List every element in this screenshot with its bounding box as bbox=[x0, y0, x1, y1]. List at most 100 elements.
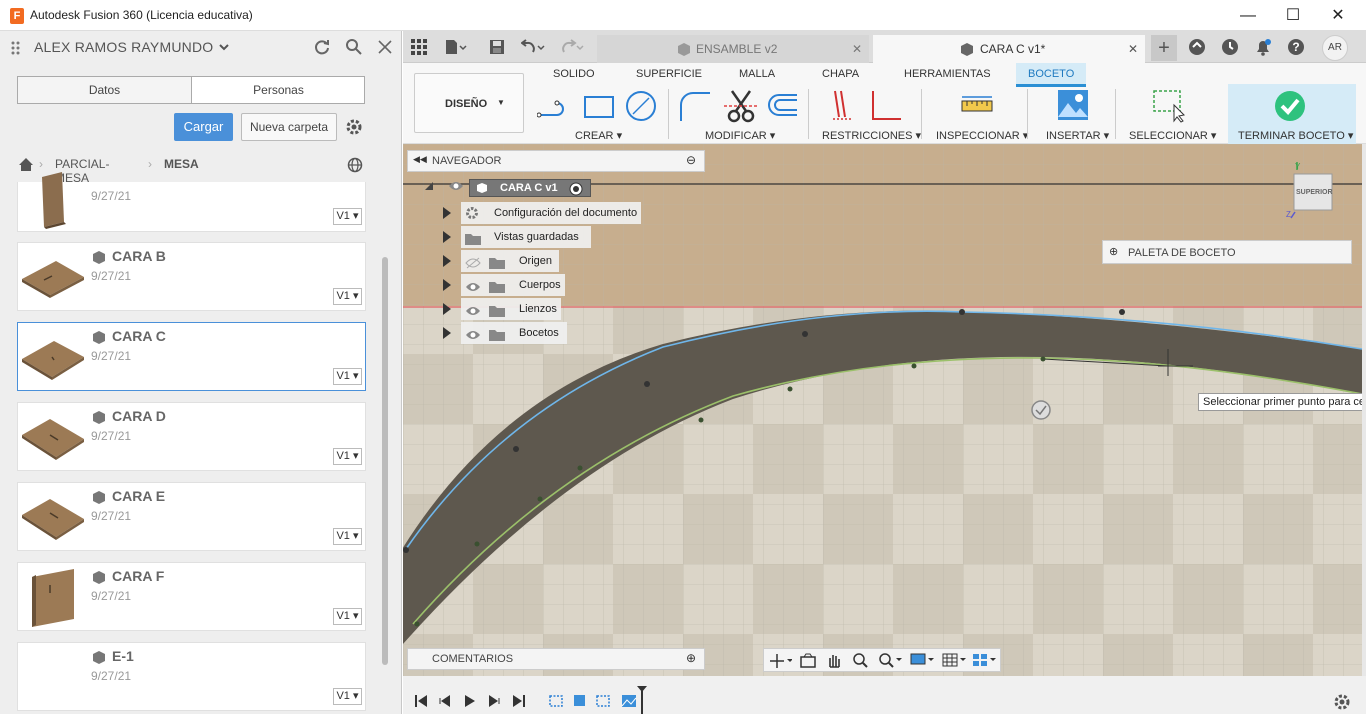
group-crear[interactable]: CREAR ▾ bbox=[575, 129, 622, 142]
refresh-icon[interactable] bbox=[313, 38, 331, 59]
tab-boceto[interactable]: BOCETO bbox=[1016, 63, 1086, 87]
scrollbar[interactable] bbox=[382, 257, 388, 665]
list-item[interactable]: CARA E 9/27/21 V1 ▾ bbox=[17, 482, 366, 551]
close-panel-icon[interactable] bbox=[377, 39, 393, 58]
timeline-prev-icon[interactable] bbox=[438, 694, 452, 711]
list-item[interactable]: CARA D 9/27/21 V1 ▾ bbox=[17, 402, 366, 471]
tree-expand-icon[interactable] bbox=[443, 279, 451, 291]
tab-herramientas[interactable]: HERRAMIENTAS bbox=[904, 68, 991, 80]
browser-header[interactable]: ◀◀ NAVEGADOR ⊖ bbox=[407, 150, 705, 172]
user-name[interactable]: ALEX RAMOS RAYMUNDO bbox=[34, 39, 213, 55]
new-tab-button[interactable]: + bbox=[1151, 35, 1177, 61]
minimize-browser-icon[interactable]: ⊖ bbox=[686, 153, 696, 167]
finish-sketch-button[interactable]: TERMINAR BOCETO ▾ bbox=[1228, 84, 1356, 144]
tree-expand-icon[interactable] bbox=[443, 303, 451, 315]
look-at-icon[interactable] bbox=[800, 653, 816, 672]
workspace-switcher[interactable]: DISEÑO ▼ bbox=[414, 73, 524, 133]
tab-datos[interactable]: Datos bbox=[18, 77, 191, 103]
zoom-icon[interactable] bbox=[852, 652, 870, 671]
orbit-icon[interactable] bbox=[770, 653, 793, 672]
browser-item-config[interactable]: Configuración del documento bbox=[461, 202, 641, 224]
close-tab-icon[interactable]: ✕ bbox=[1128, 42, 1138, 56]
offset-icon[interactable] bbox=[765, 91, 799, 124]
close-tab-icon[interactable]: ✕ bbox=[852, 42, 862, 56]
list-item[interactable]: CARA C 9/27/21 V1 ▾ bbox=[17, 322, 366, 391]
avatar[interactable]: AR bbox=[1322, 35, 1348, 61]
expand-palette-icon[interactable]: ⊕ bbox=[1109, 245, 1118, 258]
notifications-icon[interactable] bbox=[1254, 38, 1272, 59]
add-comment-icon[interactable]: ⊕ bbox=[686, 651, 696, 665]
close-button[interactable]: ✕ bbox=[1315, 0, 1361, 31]
comments-panel[interactable]: COMENTARIOS ⊕ bbox=[407, 648, 705, 670]
extensions-icon[interactable] bbox=[1188, 38, 1206, 59]
tab-chapa[interactable]: CHAPA bbox=[822, 68, 859, 80]
version-dropdown[interactable]: V1 ▾ bbox=[333, 288, 362, 305]
fillet-icon[interactable] bbox=[678, 89, 712, 126]
sketch-palette[interactable]: ⊕ PALETA DE BOCETO bbox=[1102, 240, 1352, 264]
display-settings-icon[interactable] bbox=[910, 652, 936, 671]
trim-scissors-icon[interactable] bbox=[724, 89, 758, 126]
grid-settings-icon[interactable] bbox=[942, 652, 968, 671]
version-dropdown[interactable]: V1 ▾ bbox=[333, 528, 362, 545]
redo-icon[interactable] bbox=[560, 39, 586, 58]
browser-item-canvases[interactable]: Lienzos bbox=[461, 298, 561, 320]
chevron-down-icon[interactable] bbox=[218, 41, 230, 56]
list-item[interactable]: CARA B 9/27/21 V1 ▾ bbox=[17, 242, 366, 311]
collapse-browser-icon[interactable]: ◀◀ bbox=[413, 154, 427, 165]
grip-icon[interactable] bbox=[10, 41, 24, 55]
browser-item-origin[interactable]: Origen bbox=[461, 250, 559, 272]
help-icon[interactable]: ? bbox=[1287, 38, 1305, 59]
list-item[interactable]: CARA F 9/27/21 V1 ▾ bbox=[17, 562, 366, 631]
viewports-icon[interactable] bbox=[972, 652, 998, 671]
timeline-feature-icon[interactable] bbox=[620, 692, 638, 713]
version-dropdown[interactable]: V1 ▾ bbox=[333, 688, 362, 705]
search-icon[interactable] bbox=[345, 38, 363, 59]
canvas-viewport[interactable]: ◀◀ NAVEGADOR ⊖ CARA C v1 Configuración d… bbox=[403, 144, 1362, 676]
timeline-start-icon[interactable] bbox=[414, 694, 428, 711]
group-insertar[interactable]: INSERTAR ▾ bbox=[1046, 129, 1109, 142]
pan-hand-icon[interactable] bbox=[826, 652, 842, 671]
line-icon[interactable] bbox=[536, 93, 571, 126]
coincident-constraint-icon[interactable] bbox=[831, 89, 855, 126]
version-dropdown[interactable]: V1 ▾ bbox=[333, 608, 362, 625]
tree-expand-icon[interactable] bbox=[443, 207, 451, 219]
tree-expand-icon[interactable] bbox=[423, 180, 435, 195]
minimize-button[interactable]: — bbox=[1225, 0, 1271, 31]
group-inspeccionar[interactable]: INSPECCIONAR ▾ bbox=[936, 129, 1028, 142]
activate-radio-icon[interactable] bbox=[569, 182, 583, 199]
circle-icon[interactable] bbox=[625, 90, 659, 127]
version-dropdown[interactable]: V1 ▾ bbox=[333, 368, 362, 385]
insert-image-icon[interactable] bbox=[1057, 89, 1089, 124]
viewcube[interactable]: Y Z SUPERIOR bbox=[1285, 162, 1335, 223]
tree-expand-icon[interactable] bbox=[443, 255, 451, 267]
perpendicular-constraint-icon[interactable] bbox=[869, 89, 903, 126]
tree-expand-icon[interactable] bbox=[443, 231, 451, 243]
browser-item-bodies[interactable]: Cuerpos bbox=[461, 274, 565, 296]
tab-superficie[interactable]: SUPERFICIE bbox=[636, 68, 702, 80]
group-modificar[interactable]: MODIFICAR ▾ bbox=[705, 129, 775, 142]
job-status-icon[interactable] bbox=[1221, 38, 1239, 59]
file-icon[interactable] bbox=[445, 39, 467, 58]
new-folder-button[interactable]: Nueva carpeta bbox=[241, 113, 337, 141]
eye-icon[interactable] bbox=[448, 180, 464, 195]
breadcrumb-folder[interactable]: MESA bbox=[164, 157, 199, 171]
timeline-end-icon[interactable] bbox=[512, 694, 526, 711]
timeline-feature-icon[interactable] bbox=[595, 692, 613, 713]
eye-icon[interactable] bbox=[465, 327, 481, 349]
tab-solido[interactable]: SOLIDO bbox=[553, 68, 595, 80]
undo-icon[interactable] bbox=[520, 39, 547, 58]
list-item[interactable]: E-1 9/27/21 V1 ▾ bbox=[17, 642, 366, 711]
timeline-settings-gear-icon[interactable] bbox=[1333, 693, 1351, 714]
globe-icon[interactable] bbox=[347, 157, 363, 176]
browser-item-views[interactable]: Vistas guardadas bbox=[461, 226, 591, 248]
maximize-button[interactable]: ☐ bbox=[1270, 0, 1316, 31]
version-dropdown[interactable]: V1 ▾ bbox=[333, 208, 362, 225]
timeline-play-icon[interactable] bbox=[463, 694, 477, 711]
timeline-feature-icon[interactable] bbox=[548, 692, 566, 713]
tab-personas[interactable]: Personas bbox=[192, 77, 365, 103]
tab-ensamble[interactable]: ENSAMBLE v2 ✕ bbox=[597, 35, 869, 63]
tab-malla[interactable]: MALLA bbox=[739, 68, 775, 80]
browser-item-sketches[interactable]: Bocetos bbox=[461, 322, 567, 344]
version-dropdown[interactable]: V1 ▾ bbox=[333, 448, 362, 465]
gear-icon[interactable] bbox=[345, 118, 363, 139]
